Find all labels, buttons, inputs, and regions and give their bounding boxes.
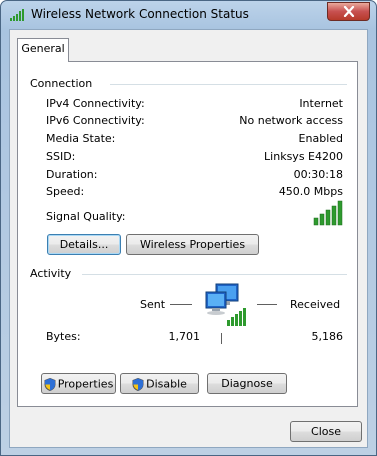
uac-shield-icon <box>132 377 144 391</box>
signal-bars-icon <box>313 200 343 226</box>
media-state-label: Media State: <box>46 132 116 145</box>
sent-label: Sent <box>140 298 166 311</box>
details-button[interactable]: Details... <box>47 234 121 255</box>
title-bar[interactable]: Wireless Network Connection Status <box>1 1 376 29</box>
window-close-button[interactable] <box>327 2 370 21</box>
sent-line <box>170 304 192 305</box>
general-tab-panel: Connection IPv4 Connectivity: Internet I… <box>17 61 358 407</box>
wireless-properties-button[interactable]: Wireless Properties <box>126 234 259 255</box>
window-title: Wireless Network Connection Status <box>31 7 249 21</box>
wireless-signal-icon <box>10 9 24 21</box>
ssid-label: SSID: <box>46 150 76 163</box>
bytes-sent-value: 1,701 <box>168 330 201 343</box>
connection-divider <box>110 84 347 85</box>
close-icon <box>343 6 354 17</box>
uac-shield-icon <box>44 377 56 391</box>
properties-button[interactable]: Properties <box>41 373 116 394</box>
signal-quality-label: Signal Quality: <box>46 210 126 223</box>
disable-button[interactable]: Disable <box>120 373 199 394</box>
network-computers-icon <box>205 283 246 326</box>
received-label: Received <box>290 298 341 311</box>
dialog-client: General Connection IPv4 Connectivity: In… <box>9 29 368 448</box>
duration-label: Duration: <box>46 168 98 181</box>
bytes-divider <box>221 333 222 344</box>
speed-value: 450.0 Mbps <box>278 185 343 198</box>
ipv6-label: IPv6 Connectivity: <box>46 114 145 127</box>
ipv4-label: IPv4 Connectivity: <box>46 97 145 110</box>
disable-button-label: Disable <box>146 377 187 391</box>
activity-divider <box>82 274 347 275</box>
connection-header: Connection <box>30 77 93 90</box>
received-line <box>257 304 277 305</box>
bytes-label: Bytes: <box>46 330 81 343</box>
ipv4-value: Internet <box>299 97 343 110</box>
media-state-value: Enabled <box>298 132 343 145</box>
close-button[interactable]: Close <box>290 421 362 442</box>
status-window: Wireless Network Connection Status Gener… <box>0 0 377 456</box>
activity-header: Activity <box>30 267 72 280</box>
speed-label: Speed: <box>46 185 85 198</box>
diagnose-button[interactable]: Diagnose <box>207 373 287 394</box>
ipv6-value: No network access <box>239 114 343 127</box>
tab-general[interactable]: General <box>17 38 69 62</box>
duration-value: 00:30:18 <box>293 168 343 181</box>
ssid-value: Linksys E4200 <box>264 150 343 163</box>
properties-button-label: Properties <box>57 377 114 391</box>
bytes-received-value: 5,186 <box>311 330 344 343</box>
